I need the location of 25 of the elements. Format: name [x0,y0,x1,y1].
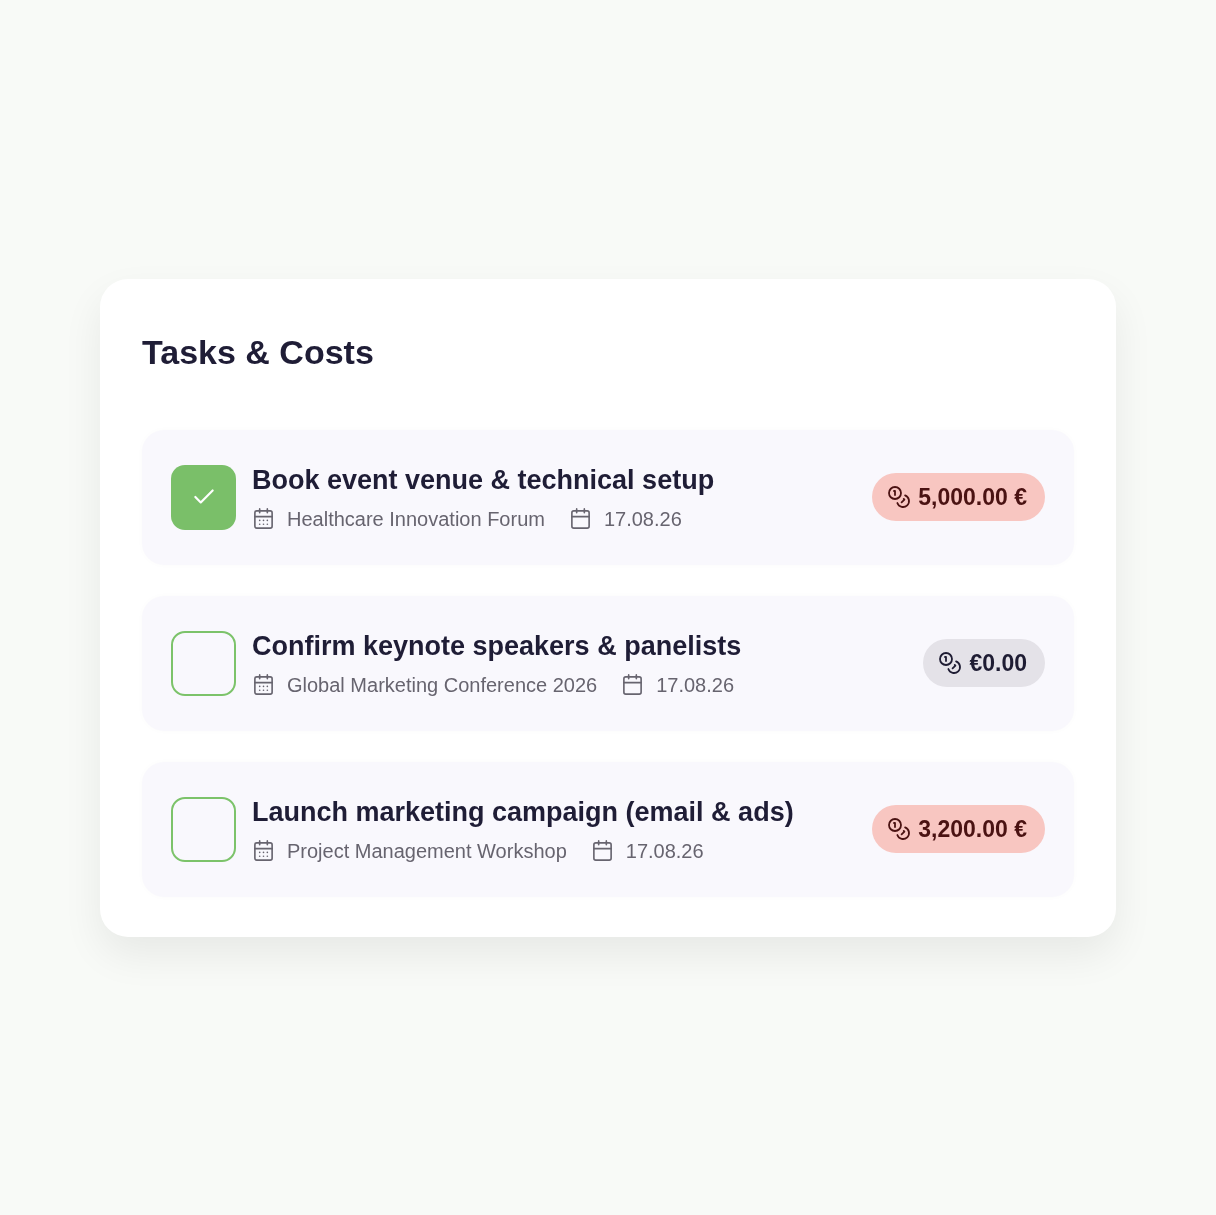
calendar-icon [590,839,614,862]
task-title: Book event venue & technical setup [252,463,716,497]
task-date: 17.08.26 [656,672,735,698]
task-date: 17.08.26 [603,506,682,532]
calendar-icon [568,507,592,530]
event-name: Global Marketing Conference 2026 [287,672,598,698]
card-title: Tasks & Costs [142,331,375,373]
task-title: Confirm keynote speakers & panelists [252,629,743,663]
cost-amount: 5,000.00 € [918,482,1027,512]
task-checkbox[interactable] [171,464,236,530]
event-name: Project Management Workshop [287,838,567,864]
calendar-icon [621,673,645,696]
task-checkbox[interactable] [171,796,236,862]
task-date: 17.08.26 [625,838,704,864]
cost-amount: €0.00 [969,648,1027,678]
cost-amount: 3,200.00 € [918,814,1027,844]
calendar-icon [252,839,275,862]
task-checkbox[interactable] [171,630,236,696]
calendar-icon [252,673,275,696]
calendar-icon [252,507,275,530]
coins-icon [887,817,912,841]
event-name: Healthcare Innovation Forum [287,506,545,532]
coins-icon [887,485,912,509]
coins-icon [938,651,963,675]
task-title: Launch marketing campaign (email & ads) [252,795,795,829]
